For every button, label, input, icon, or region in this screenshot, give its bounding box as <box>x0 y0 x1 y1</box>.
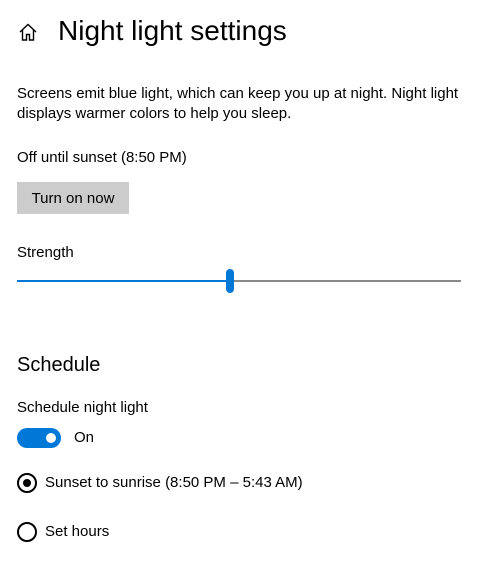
radio-set-hours[interactable]: Set hours <box>17 522 109 542</box>
page-title: Night light settings <box>58 15 287 46</box>
header: Night light settings <box>17 14 287 50</box>
description-text: Screens emit blue light, which can keep … <box>17 85 459 122</box>
status-text: Off until sunset (8:50 PM) <box>17 149 187 166</box>
slider-thumb[interactable] <box>226 269 235 293</box>
schedule-toggle-label: Schedule night light <box>17 399 148 416</box>
turn-on-now-button[interactable]: Turn on now <box>17 182 129 214</box>
slider-track-fill <box>17 280 231 282</box>
radio-label: Sunset to sunrise (8:50 PM – 5:43 AM) <box>45 474 303 491</box>
radio-label: Set hours <box>45 523 110 540</box>
home-button[interactable] <box>17 21 39 43</box>
home-icon <box>19 23 37 41</box>
radio-sunset-to-sunrise[interactable]: Sunset to sunrise (8:50 PM – 5:43 AM) <box>17 473 303 493</box>
radio-unselected-icon[interactable] <box>17 522 37 542</box>
strength-label: Strength <box>17 244 74 261</box>
radio-selected-icon[interactable] <box>17 473 37 493</box>
night-light-settings-page: Night light settings Screens emit blue l… <box>0 0 484 571</box>
strength-slider[interactable] <box>17 268 461 294</box>
radio-dot <box>23 479 31 487</box>
schedule-section-title: Schedule <box>17 354 101 376</box>
schedule-toggle[interactable] <box>17 428 61 448</box>
toggle-knob <box>46 433 56 443</box>
toggle-state-text: On <box>74 429 95 446</box>
